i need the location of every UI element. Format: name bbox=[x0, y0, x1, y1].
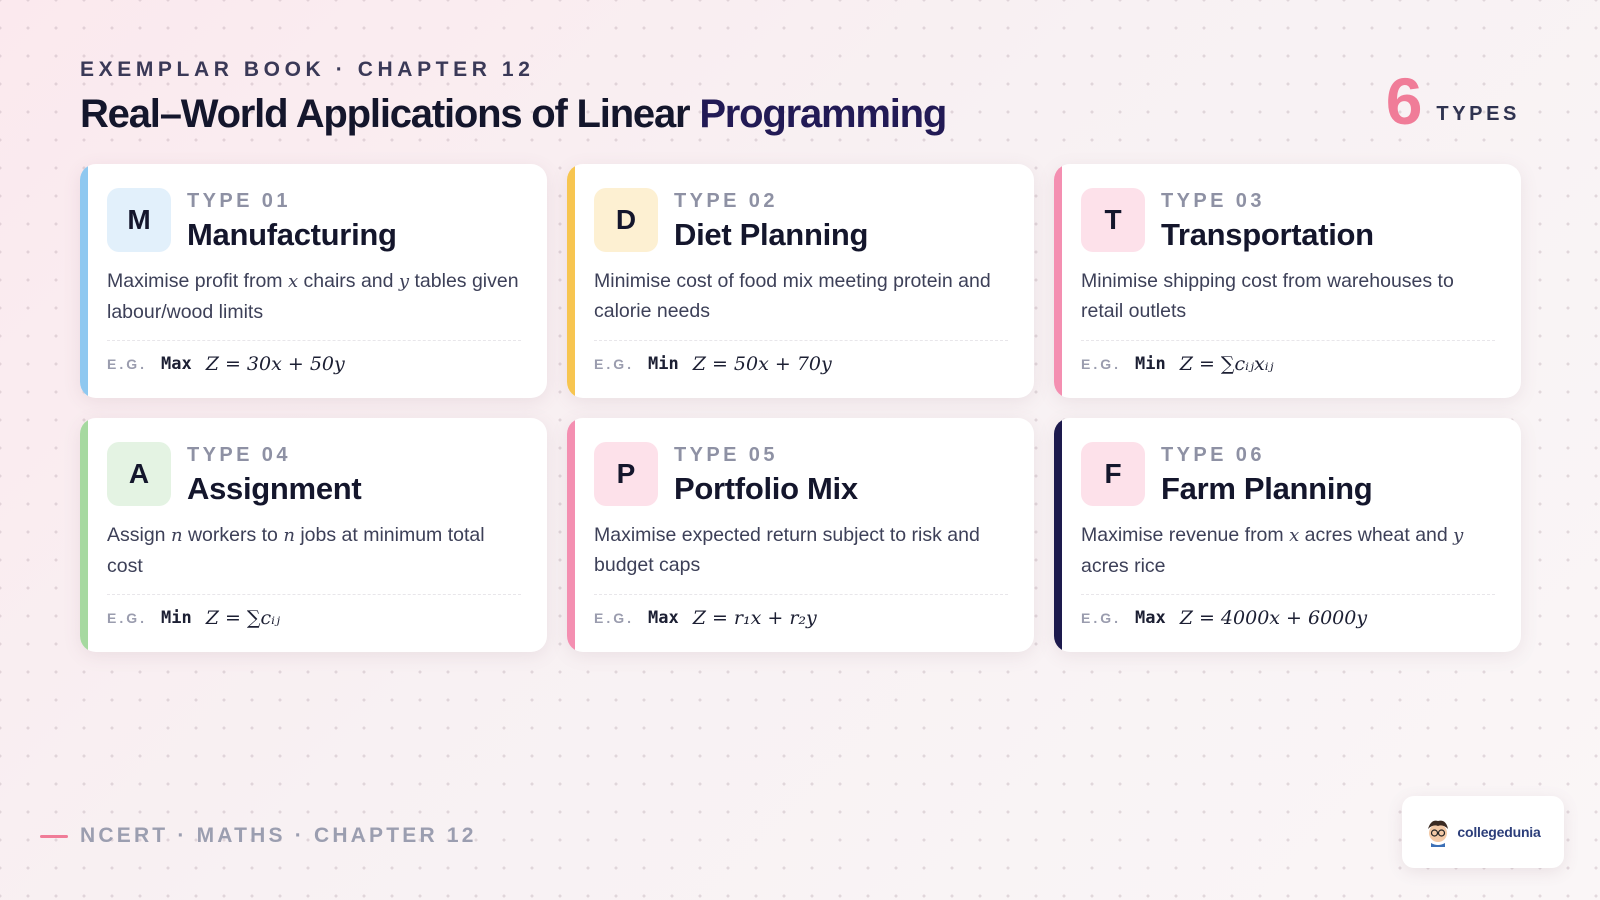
card-description: Maximise profit from x chairs and y tabl… bbox=[107, 266, 521, 328]
example-formula: Z = 30x + 50y bbox=[205, 353, 345, 375]
card-letter-badge: A bbox=[107, 442, 171, 506]
card-example: E.G. Max Z = 30x + 50y bbox=[107, 353, 521, 375]
card-example: E.G. Max Z = r₁x + r₂y bbox=[594, 607, 1008, 629]
card-accent-stripe bbox=[1054, 164, 1062, 398]
desc-part: acres wheat and bbox=[1299, 524, 1454, 546]
card-divider bbox=[1081, 340, 1495, 341]
desc-part: Minimise cost of food mix meeting protei… bbox=[594, 270, 991, 322]
math-variable: n bbox=[283, 525, 295, 546]
example-formula: Z = 4000x + 6000y bbox=[1179, 607, 1368, 629]
example-formula: Z = 50x + 70y bbox=[692, 353, 832, 375]
brand-logo-text: collegedunia bbox=[1457, 824, 1541, 840]
type-count-number: 6 bbox=[1385, 64, 1423, 138]
application-card: A TYPE 04 Assignment Assign n workers to… bbox=[80, 418, 547, 652]
brand-logo[interactable]: collegedunia bbox=[1402, 796, 1564, 868]
card-letter-badge: P bbox=[594, 442, 658, 506]
card-type-name: Manufacturing bbox=[187, 217, 397, 252]
card-accent-stripe bbox=[567, 418, 575, 652]
desc-part: Maximise revenue from bbox=[1081, 524, 1290, 546]
card-type-name: Farm Planning bbox=[1161, 471, 1373, 506]
desc-part: Assign bbox=[107, 524, 171, 546]
card-divider bbox=[594, 340, 1008, 341]
card-type-name: Diet Planning bbox=[674, 217, 869, 252]
example-label: E.G. bbox=[594, 356, 635, 372]
math-variable: y bbox=[398, 271, 410, 292]
math-variable: x bbox=[287, 271, 299, 292]
card-accent-stripe bbox=[567, 164, 575, 398]
card-type-name: Assignment bbox=[187, 471, 362, 506]
example-label: E.G. bbox=[1081, 610, 1122, 626]
desc-part: Minimise shipping cost from warehouses t… bbox=[1081, 270, 1454, 322]
card-description: Assign n workers to n jobs at minimum to… bbox=[107, 520, 521, 582]
card-type-label: TYPE 05 bbox=[674, 444, 778, 466]
card-description: Minimise shipping cost from warehouses t… bbox=[1081, 266, 1495, 328]
card-description: Maximise expected return subject to risk… bbox=[594, 520, 1008, 582]
type-count: 6 TYPES bbox=[1385, 64, 1520, 138]
footer-text: NCERT · MATHS · CHAPTER 12 bbox=[80, 824, 477, 847]
example-formula: Z = r₁x + r₂y bbox=[692, 607, 817, 629]
card-type-label: TYPE 06 bbox=[1161, 444, 1265, 466]
application-card: F TYPE 06 Farm Planning Maximise revenue… bbox=[1054, 418, 1521, 652]
example-operator: Max bbox=[1135, 608, 1166, 628]
example-label: E.G. bbox=[107, 610, 148, 626]
example-label: E.G. bbox=[1081, 356, 1122, 372]
application-card: P TYPE 05 Portfolio Mix Maximise expecte… bbox=[567, 418, 1034, 652]
example-operator: Max bbox=[161, 354, 192, 374]
example-operator: Min bbox=[648, 354, 679, 374]
card-description: Minimise cost of food mix meeting protei… bbox=[594, 266, 1008, 328]
card-type-name: Transportation bbox=[1161, 217, 1374, 252]
type-count-label: TYPES bbox=[1436, 103, 1520, 125]
card-example: E.G. Min Z = ∑cᵢⱼxᵢⱼ bbox=[1081, 353, 1495, 375]
title-accent: Programming bbox=[699, 92, 947, 136]
example-operator: Max bbox=[648, 608, 679, 628]
card-type-label: TYPE 01 bbox=[187, 190, 291, 212]
math-variable: n bbox=[170, 525, 183, 546]
example-formula: Z = ∑cᵢⱼxᵢⱼ bbox=[1179, 353, 1274, 375]
application-card: D TYPE 02 Diet Planning Minimise cost of… bbox=[567, 164, 1034, 398]
mascot-icon bbox=[1428, 820, 1449, 847]
desc-part: workers to bbox=[182, 524, 284, 546]
card-accent-stripe bbox=[80, 164, 88, 398]
application-card: T TYPE 03 Transportation Minimise shippi… bbox=[1054, 164, 1521, 398]
math-variable: y bbox=[1453, 525, 1464, 546]
card-letter-badge: D bbox=[594, 188, 658, 252]
math-variable: x bbox=[1289, 525, 1300, 546]
page-title: Real–World Applications of Linear Progra… bbox=[80, 92, 947, 137]
card-divider bbox=[107, 594, 521, 595]
example-label: E.G. bbox=[107, 356, 148, 372]
example-operator: Min bbox=[161, 608, 192, 628]
card-example: E.G. Max Z = 4000x + 6000y bbox=[1081, 607, 1495, 629]
card-description: Maximise revenue from x acres wheat and … bbox=[1081, 520, 1495, 582]
card-type-label: TYPE 02 bbox=[674, 190, 778, 212]
example-formula: Z = ∑cᵢⱼ bbox=[205, 607, 280, 629]
desc-part: chairs and bbox=[298, 270, 399, 292]
desc-part: Maximise expected return subject to risk… bbox=[594, 524, 980, 576]
title-main: Real–World Applications of Linear bbox=[80, 92, 700, 136]
card-accent-stripe bbox=[80, 418, 88, 652]
card-accent-stripe bbox=[1054, 418, 1062, 652]
card-type-label: TYPE 04 bbox=[187, 444, 291, 466]
chapter-kicker: EXEMPLAR BOOK · CHAPTER 12 bbox=[80, 58, 535, 81]
card-example: E.G. Min Z = 50x + 70y bbox=[594, 353, 1008, 375]
desc-part: acres rice bbox=[1081, 555, 1166, 577]
card-divider bbox=[1081, 594, 1495, 595]
card-letter-badge: F bbox=[1081, 442, 1145, 506]
example-label: E.G. bbox=[594, 610, 635, 626]
footer-dash bbox=[40, 834, 68, 838]
card-letter-badge: M bbox=[107, 188, 171, 252]
card-divider bbox=[107, 340, 521, 341]
application-card: M TYPE 01 Manufacturing Maximise profit … bbox=[80, 164, 547, 398]
card-example: E.G. Min Z = ∑cᵢⱼ bbox=[107, 607, 521, 629]
example-operator: Min bbox=[1135, 354, 1166, 374]
card-letter-badge: T bbox=[1081, 188, 1145, 252]
card-type-name: Portfolio Mix bbox=[674, 471, 858, 506]
card-divider bbox=[594, 594, 1008, 595]
footer: NCERT · MATHS · CHAPTER 12 bbox=[40, 824, 477, 848]
card-type-label: TYPE 03 bbox=[1161, 190, 1265, 212]
desc-part: Maximise profit from bbox=[107, 270, 288, 292]
cards-grid: M TYPE 01 Manufacturing Maximise profit … bbox=[80, 164, 1521, 652]
